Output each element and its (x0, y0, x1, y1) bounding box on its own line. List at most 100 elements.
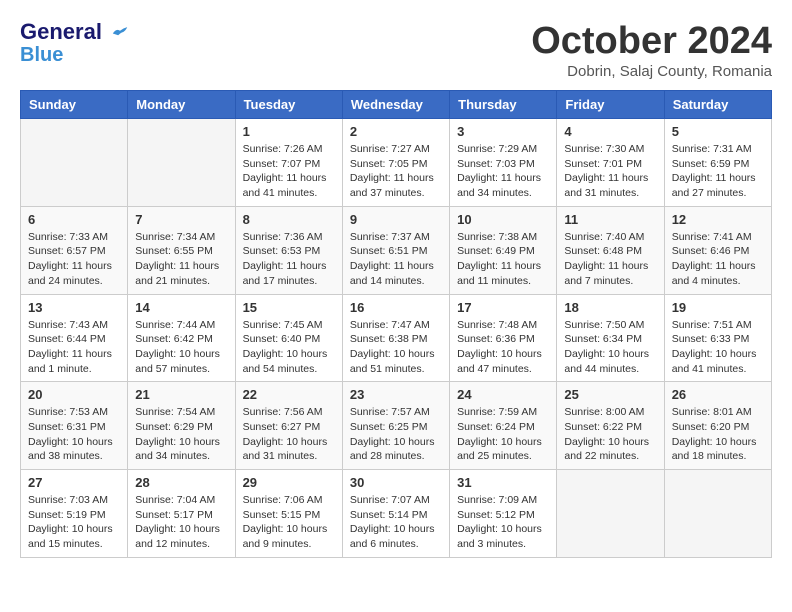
calendar-cell: 5Sunrise: 7:31 AM Sunset: 6:59 PM Daylig… (664, 119, 771, 207)
calendar-cell: 7Sunrise: 7:34 AM Sunset: 6:55 PM Daylig… (128, 206, 235, 294)
day-info: Sunrise: 8:01 AM Sunset: 6:20 PM Dayligh… (672, 405, 764, 464)
weekday-header-row: SundayMondayTuesdayWednesdayThursdayFrid… (21, 91, 772, 119)
day-info: Sunrise: 7:59 AM Sunset: 6:24 PM Dayligh… (457, 405, 549, 464)
calendar-cell: 30 Sunrise: 7:07 AM Sunset: 5:14 PM Dayli… (342, 470, 449, 558)
day-number: 5 (672, 124, 764, 139)
day-number: 4 (564, 124, 656, 139)
day-number: 12 (672, 212, 764, 227)
day-number: 9 (350, 212, 442, 227)
calendar-cell: 14 Sunrise: 7:44 AM Sunset: 6:42 PM Dayli… (128, 294, 235, 382)
location-subtitle: Dobrin, Salaj County, Romania (531, 63, 772, 80)
weekday-header-sunday: Sunday (21, 91, 128, 119)
day-info: Sunrise: 7:45 AM Sunset: 6:40 PM Dayligh… (243, 318, 335, 377)
day-info: Sunrise: 7:38 AM Sunset: 6:49 PM Dayligh… (457, 230, 549, 289)
weekday-header-friday: Friday (557, 91, 664, 119)
calendar-cell: 15Sunrise: 7:45 AM Sunset: 6:40 PM Dayli… (235, 294, 342, 382)
day-info: Sunrise: 7:40 AM Sunset: 6:48 PM Dayligh… (564, 230, 656, 289)
day-info: Sunrise: 7:37 AM Sunset: 6:51 PM Dayligh… (350, 230, 442, 289)
day-info: Sunrise: 7:36 AM Sunset: 6:53 PM Dayligh… (243, 230, 335, 289)
day-number: 14 (135, 300, 227, 315)
calendar-cell: 11 Sunrise: 7:40 AM Sunset: 6:48 PM Dayli… (557, 206, 664, 294)
day-number: 2 (350, 124, 442, 139)
day-info: Sunrise: 7:29 AM Sunset: 7:03 PM Dayligh… (457, 142, 549, 201)
calendar-week-row: 13 Sunrise: 7:43 AM Sunset: 6:44 PM Dayli… (21, 294, 772, 382)
day-info: Sunrise: 7:43 AM Sunset: 6:44 PM Dayligh… (28, 318, 120, 377)
logo-text: General (20, 20, 129, 44)
day-number: 25 (564, 387, 656, 402)
calendar-cell: 25Sunrise: 8:00 AM Sunset: 6:22 PM Dayli… (557, 382, 664, 470)
calendar-week-row: 20 Sunrise: 7:53 AM Sunset: 6:31 PM Dayli… (21, 382, 772, 470)
weekday-header-thursday: Thursday (450, 91, 557, 119)
calendar-cell: 20 Sunrise: 7:53 AM Sunset: 6:31 PM Dayli… (21, 382, 128, 470)
day-info: Sunrise: 7:54 AM Sunset: 6:29 PM Dayligh… (135, 405, 227, 464)
day-info: Sunrise: 7:07 AM Sunset: 5:14 PM Dayligh… (350, 493, 442, 552)
page-header: General Blue October 2024 Dobrin, Salaj … (20, 20, 772, 80)
calendar-cell: 9 Sunrise: 7:37 AM Sunset: 6:51 PM Daylig… (342, 206, 449, 294)
weekday-header-saturday: Saturday (664, 91, 771, 119)
day-number: 8 (243, 212, 335, 227)
day-number: 28 (135, 475, 227, 490)
calendar-cell: 8 Sunrise: 7:36 AM Sunset: 6:53 PM Daylig… (235, 206, 342, 294)
day-number: 21 (135, 387, 227, 402)
day-number: 1 (243, 124, 335, 139)
day-number: 27 (28, 475, 120, 490)
calendar-week-row: 6Sunrise: 7:33 AM Sunset: 6:57 PM Daylig… (21, 206, 772, 294)
day-number: 26 (672, 387, 764, 402)
calendar-cell (128, 119, 235, 207)
day-info: Sunrise: 7:44 AM Sunset: 6:42 PM Dayligh… (135, 318, 227, 377)
calendar-cell: 4 Sunrise: 7:30 AM Sunset: 7:01 PM Daylig… (557, 119, 664, 207)
calendar-cell: 27 Sunrise: 7:03 AM Sunset: 5:19 PM Dayli… (21, 470, 128, 558)
day-info: Sunrise: 7:53 AM Sunset: 6:31 PM Dayligh… (28, 405, 120, 464)
calendar-cell (557, 470, 664, 558)
title-section: October 2024 Dobrin, Salaj County, Roman… (531, 20, 772, 80)
calendar-cell: 19 Sunrise: 7:51 AM Sunset: 6:33 PM Dayli… (664, 294, 771, 382)
day-number: 23 (350, 387, 442, 402)
day-number: 7 (135, 212, 227, 227)
day-info: Sunrise: 7:50 AM Sunset: 6:34 PM Dayligh… (564, 318, 656, 377)
day-info: Sunrise: 7:03 AM Sunset: 5:19 PM Dayligh… (28, 493, 120, 552)
day-info: Sunrise: 7:56 AM Sunset: 6:27 PM Dayligh… (243, 405, 335, 464)
weekday-header-monday: Monday (128, 91, 235, 119)
calendar-cell: 21 Sunrise: 7:54 AM Sunset: 6:29 PM Dayli… (128, 382, 235, 470)
calendar-cell: 12 Sunrise: 7:41 AM Sunset: 6:46 PM Dayli… (664, 206, 771, 294)
calendar-cell: 28 Sunrise: 7:04 AM Sunset: 5:17 PM Dayli… (128, 470, 235, 558)
day-info: Sunrise: 7:26 AM Sunset: 7:07 PM Dayligh… (243, 142, 335, 201)
day-info: Sunrise: 7:30 AM Sunset: 7:01 PM Dayligh… (564, 142, 656, 201)
day-number: 16 (350, 300, 442, 315)
day-number: 3 (457, 124, 549, 139)
day-info: Sunrise: 7:51 AM Sunset: 6:33 PM Dayligh… (672, 318, 764, 377)
day-number: 24 (457, 387, 549, 402)
day-number: 17 (457, 300, 549, 315)
weekday-header-wednesday: Wednesday (342, 91, 449, 119)
day-info: Sunrise: 7:41 AM Sunset: 6:46 PM Dayligh… (672, 230, 764, 289)
day-info: Sunrise: 7:09 AM Sunset: 5:12 PM Dayligh… (457, 493, 549, 552)
logo-blue-text: Blue (20, 44, 63, 66)
calendar-cell: 18 Sunrise: 7:50 AM Sunset: 6:34 PM Dayli… (557, 294, 664, 382)
day-number: 20 (28, 387, 120, 402)
day-info: Sunrise: 7:57 AM Sunset: 6:25 PM Dayligh… (350, 405, 442, 464)
day-number: 10 (457, 212, 549, 227)
day-info: Sunrise: 7:47 AM Sunset: 6:38 PM Dayligh… (350, 318, 442, 377)
calendar-cell: 13 Sunrise: 7:43 AM Sunset: 6:44 PM Dayli… (21, 294, 128, 382)
day-number: 18 (564, 300, 656, 315)
calendar-cell: 10 Sunrise: 7:38 AM Sunset: 6:49 PM Dayli… (450, 206, 557, 294)
calendar-cell: 6Sunrise: 7:33 AM Sunset: 6:57 PM Daylig… (21, 206, 128, 294)
day-number: 19 (672, 300, 764, 315)
calendar-cell: 16 Sunrise: 7:47 AM Sunset: 6:38 PM Dayli… (342, 294, 449, 382)
calendar-cell: 22 Sunrise: 7:56 AM Sunset: 6:27 PM Dayli… (235, 382, 342, 470)
calendar-cell: 17Sunrise: 7:48 AM Sunset: 6:36 PM Dayli… (450, 294, 557, 382)
calendar-cell: 29Sunrise: 7:06 AM Sunset: 5:15 PM Dayli… (235, 470, 342, 558)
day-number: 31 (457, 475, 549, 490)
calendar-cell: 24 Sunrise: 7:59 AM Sunset: 6:24 PM Dayli… (450, 382, 557, 470)
day-info: Sunrise: 7:04 AM Sunset: 5:17 PM Dayligh… (135, 493, 227, 552)
day-number: 13 (28, 300, 120, 315)
day-number: 22 (243, 387, 335, 402)
day-number: 11 (564, 212, 656, 227)
calendar-cell: 26 Sunrise: 8:01 AM Sunset: 6:20 PM Dayli… (664, 382, 771, 470)
logo: General Blue (20, 20, 129, 66)
calendar-cell (664, 470, 771, 558)
month-title: October 2024 (531, 20, 772, 63)
day-number: 30 (350, 475, 442, 490)
calendar-cell: 1 Sunrise: 7:26 AM Sunset: 7:07 PM Daylig… (235, 119, 342, 207)
weekday-header-tuesday: Tuesday (235, 91, 342, 119)
